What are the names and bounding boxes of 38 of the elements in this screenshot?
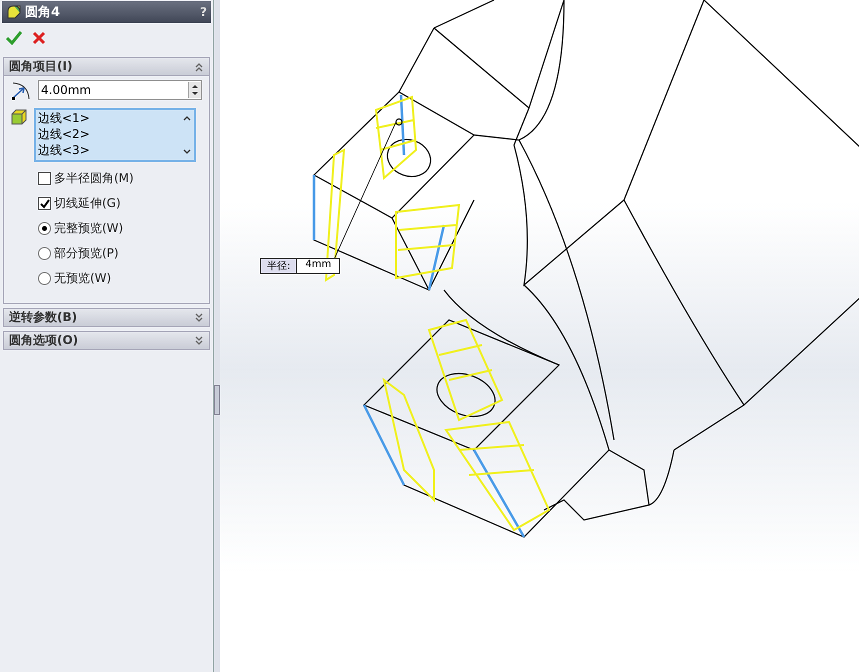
- radio-label[interactable]: 部分预览(P): [54, 245, 119, 262]
- chevron-icon[interactable]: [194, 312, 204, 322]
- cancel-x-icon[interactable]: [32, 31, 46, 45]
- checkbox-label[interactable]: 切线延伸(G): [54, 195, 121, 212]
- section-header[interactable]: 圆角项目(I): [3, 57, 210, 76]
- edge-list[interactable]: 边线<1> 边线<2> 边线<3>: [34, 108, 196, 162]
- ok-checkmark-icon[interactable]: [6, 31, 22, 45]
- radio-button[interactable]: [38, 272, 51, 285]
- scroll-up-icon[interactable]: [183, 115, 191, 121]
- section-title: 逆转参数(B): [9, 309, 78, 326]
- section-header[interactable]: 逆转参数(B): [3, 308, 210, 327]
- panel-title: 圆角4: [25, 4, 62, 21]
- chevron-icon[interactable]: [194, 62, 204, 72]
- radio-label[interactable]: 无预览(W): [54, 270, 112, 287]
- radius-value: 4.00mm: [41, 83, 92, 97]
- radio-button[interactable]: [38, 247, 51, 260]
- checkbox-label[interactable]: 多半径圆角(M): [54, 170, 134, 187]
- edge-list-item[interactable]: 边线<1>: [38, 110, 180, 126]
- section-header[interactable]: 圆角选项(O): [3, 331, 210, 350]
- radius-arc-icon: [10, 80, 32, 100]
- scroll-down-icon[interactable]: [183, 149, 191, 155]
- spin-buttons[interactable]: [188, 82, 201, 98]
- edge-list-item[interactable]: 边线<3>: [38, 142, 180, 158]
- fillet-icon: [6, 4, 22, 20]
- radio-button[interactable]: [38, 222, 51, 235]
- edge-list-item[interactable]: 边线<2>: [38, 126, 180, 142]
- section-title: 圆角项目(I): [9, 58, 72, 75]
- help-button[interactable]: ?: [200, 5, 207, 19]
- splitter-handle[interactable]: [214, 385, 220, 415]
- section-title: 圆角选项(O): [9, 332, 78, 349]
- dimension-value: 4mm: [304, 259, 332, 272]
- chevron-icon[interactable]: [194, 336, 204, 346]
- radio-label[interactable]: 完整预览(W): [54, 220, 124, 237]
- checkbox[interactable]: [38, 197, 51, 210]
- cube-icon: [10, 108, 28, 126]
- radius-input[interactable]: 4.00mm: [38, 80, 202, 100]
- dimension-label: 半径:: [261, 259, 298, 273]
- checkbox[interactable]: [38, 172, 51, 185]
